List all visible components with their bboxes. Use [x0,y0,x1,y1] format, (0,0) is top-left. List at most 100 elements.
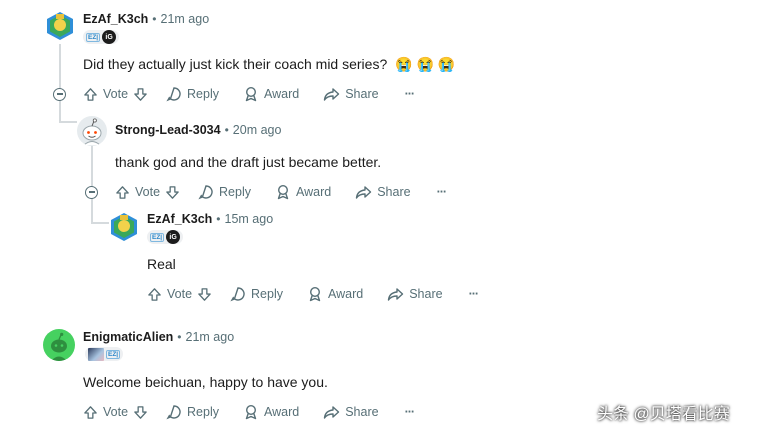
reply-label: Reply [187,87,219,101]
comment-body: Did they actually just kick their coach … [83,56,388,72]
more-options-button[interactable]: ··· [405,405,415,419]
comment-text: Real [147,256,176,272]
comment-bubble-icon [230,287,245,302]
award-label: Award [264,87,300,101]
vote-group: Vote [115,185,180,200]
comment-text: Did they actually just kick their coach … [83,56,455,73]
award-icon [245,404,257,420]
upvote-icon[interactable] [83,405,98,420]
award-label: Award [264,405,300,419]
share-button[interactable]: Share [323,86,379,102]
share-button[interactable]: Share [387,286,443,302]
vote-label: Vote [167,287,193,301]
share-icon [324,406,340,419]
upvote-icon[interactable] [147,287,162,302]
thread-line [59,100,61,122]
user-flair: EZ| iG [83,30,120,44]
comment-text: Welcome beichuan, happy to have you. [83,374,328,390]
flair-image-icon [88,347,104,361]
watermark: 头条 @贝塔看比赛 [597,406,730,423]
comment-body: Welcome beichuan, happy to have you. [83,374,328,390]
downvote-icon[interactable] [133,87,148,102]
downvote-icon[interactable] [197,287,212,302]
username[interactable]: EzAf_K3ch [83,12,148,26]
vote-label: Vote [103,405,129,419]
timestamp[interactable]: 21m ago [161,12,210,26]
downvote-icon[interactable] [133,405,148,420]
comment-actions: Vote Reply Award Share ··· [83,404,415,420]
user-flair: EZ| iG [147,230,184,244]
collapse-thread-button[interactable] [53,88,66,101]
timestamp[interactable]: 21m ago [186,330,235,344]
vote-group: Vote [83,87,148,102]
share-label: Share [377,185,411,199]
award-label: Award [296,185,332,199]
reply-button[interactable]: Reply [198,184,251,200]
comment-body: Real [147,256,176,272]
comment-actions: Vote Reply Award Share ··· [83,86,415,102]
avatar[interactable] [43,329,75,361]
comment-meta: Strong-Lead-3034 • 20m ago [115,123,281,137]
reply-label: Reply [187,405,219,419]
award-button[interactable]: Award [307,286,363,302]
thread-line [59,44,61,88]
vote-label: Vote [103,87,129,101]
upvote-icon[interactable] [115,185,130,200]
more-options-button[interactable]: ··· [469,287,479,301]
separator: • [224,123,229,137]
thread-line [91,198,93,223]
reply-button[interactable]: Reply [166,404,219,420]
award-button[interactable]: Award [243,86,299,102]
upvote-icon[interactable] [83,87,98,102]
award-button[interactable]: Award [243,404,299,420]
username[interactable]: Strong-Lead-3034 [115,123,221,137]
share-label: Share [409,287,443,301]
award-icon [245,86,257,102]
timestamp[interactable]: 20m ago [233,123,282,137]
share-icon [356,186,372,199]
share-label: Share [345,405,379,419]
separator: • [216,212,221,226]
more-options-button[interactable]: ··· [437,185,447,199]
team-logo-icon: iG [102,30,117,44]
thread-connector [59,121,77,123]
thread-connector [91,222,109,224]
comment-bubble-icon [166,405,181,420]
flair-tag: EZ| [150,232,165,242]
team-logo-icon: iG [166,230,181,244]
reply-button[interactable]: Reply [166,86,219,102]
award-button[interactable]: Award [275,184,331,200]
reply-label: Reply [251,287,283,301]
comment-text: thank god and the draft just became bett… [115,154,381,170]
username[interactable]: EnigmaticAlien [83,330,173,344]
user-flair: EZ| [85,347,124,361]
share-icon [324,88,340,101]
share-label: Share [345,87,379,101]
avatar[interactable] [45,11,75,41]
comment-meta: EzAf_K3ch • 15m ago [147,212,273,226]
downvote-icon[interactable] [165,185,180,200]
award-icon [277,184,289,200]
collapse-thread-button[interactable] [85,186,98,199]
vote-group: Vote [83,405,148,420]
timestamp[interactable]: 15m ago [225,212,274,226]
reply-button[interactable]: Reply [230,286,283,302]
flair-tag: EZ| [86,32,101,42]
share-icon [388,288,404,301]
vote-group: Vote [147,287,212,302]
avatar[interactable] [109,212,139,242]
comment-meta: EnigmaticAlien • 21m ago [83,330,234,344]
flair-tag: EZ| [106,349,121,359]
emoji-reactions: 😭 😭 😭 [395,56,456,72]
share-button[interactable]: Share [355,184,411,200]
vote-label: Vote [135,185,161,199]
comment-body: thank god and the draft just became bett… [115,154,382,170]
separator: • [152,12,157,26]
share-button[interactable]: Share [323,404,379,420]
username[interactable]: EzAf_K3ch [147,212,212,226]
comment-actions: Vote Reply Award Share ··· [147,286,479,302]
more-options-button[interactable]: ··· [405,87,415,101]
reply-label: Reply [219,185,251,199]
award-label: Award [328,287,364,301]
avatar[interactable] [77,116,107,146]
